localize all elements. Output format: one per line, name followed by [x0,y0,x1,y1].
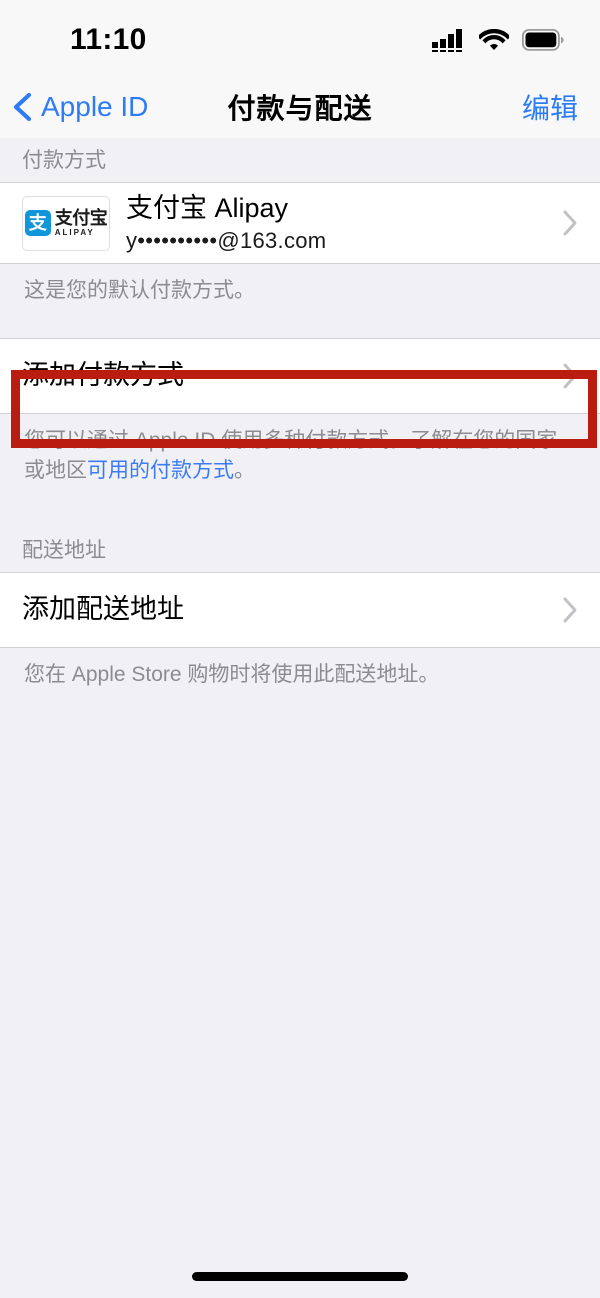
add-shipping-address-group: 添加配送地址 [0,572,600,648]
payment-method-texts: 支付宝 Alipay y••••••••••@163.com [126,192,552,254]
shipping-section: 配送地址 添加配送地址 您在 Apple Store 购物时将使用此配送地址。 [0,528,600,690]
available-payment-methods-link[interactable]: 可用的付款方式 [87,459,234,482]
add-payment-method-texts: 添加付款方式 [22,359,552,393]
chevron-left-icon [13,92,32,122]
add-payment-method-label: 添加付款方式 [22,360,184,391]
alipay-logo-cn: 支付宝 [54,208,108,228]
cellular-signal-icon [432,29,462,52]
iphone-screen: 11:10 Apple ID 付款与配送 编辑 付款方式 支 支付宝 ALIPA… [0,0,600,1298]
add-payment-method-row[interactable]: 添加付款方式 [0,339,600,413]
add-shipping-address-row[interactable]: 添加配送地址 [0,573,600,647]
chevron-right-icon [563,597,577,623]
add-shipping-address-texts: 添加配送地址 [22,593,552,627]
payment-section-header: 付款方式 [0,138,600,182]
payment-method-account: y••••••••••@163.com [126,227,327,253]
shipping-section-header: 配送地址 [0,528,600,572]
status-bar-time: 11:10 [70,23,147,56]
back-button-label: Apple ID [41,91,149,122]
alipay-logo-icon: 支 支付宝 ALIPAY [22,195,110,251]
edit-button[interactable]: 编辑 [522,87,578,127]
chevron-right-icon [563,363,577,389]
add-payment-method-group: 添加付款方式 [0,338,600,414]
status-bar: 11:10 [0,0,600,76]
shipping-footnote: 您在 Apple Store 购物时将使用此配送地址。 [0,648,600,690]
payment-method-group: 支 支付宝 ALIPAY 支付宝 Alipay y••••••••••@163.… [0,182,600,264]
status-bar-icons [432,28,564,52]
back-button[interactable]: Apple ID [12,91,148,123]
payment-section: 付款方式 支 支付宝 ALIPAY 支付宝 Alipay y••••••••••… [0,138,600,504]
add-payment-method-footnote: 您可以通过 Apple ID 使用多种付款方式。了解在您的国家或地区可用的付款方… [0,414,600,504]
navigation-bar: Apple ID 付款与配送 编辑 [0,76,600,138]
chevron-right-icon [563,210,577,236]
add-shipping-address-label: 添加配送地址 [22,594,184,625]
wifi-icon [479,29,509,50]
footnote-text-after: 。 [234,458,255,482]
payment-method-row-alipay[interactable]: 支 支付宝 ALIPAY 支付宝 Alipay y••••••••••@163.… [0,183,600,263]
payment-method-title: 支付宝 Alipay [126,193,289,224]
alipay-glyph: 支 [24,210,51,236]
home-indicator[interactable] [192,1272,408,1281]
battery-full-icon [522,29,564,51]
payment-default-footnote: 这是您的默认付款方式。 [0,264,600,338]
alipay-logo-en: ALIPAY [54,228,95,237]
